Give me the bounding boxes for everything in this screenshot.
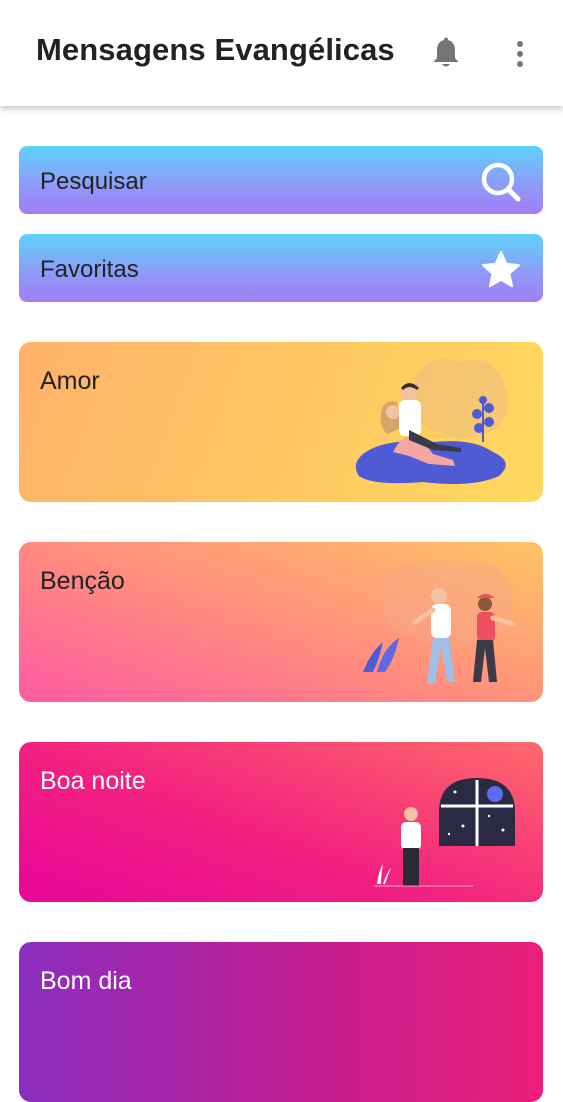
search-label: Pesquisar: [40, 168, 147, 195]
category-label-bom-dia: Bom dia: [40, 967, 132, 995]
category-card-bencao[interactable]: Benção: [19, 542, 543, 702]
star-icon: [482, 251, 520, 288]
category-card-boa-noite[interactable]: Boa noite: [19, 742, 543, 902]
more-vertical-icon[interactable]: [500, 34, 540, 74]
category-card-bom-dia[interactable]: Bom dia: [19, 942, 543, 1102]
app-bar: Mensagens Evangélicas: [0, 0, 563, 106]
category-label-amor: Amor: [40, 367, 100, 395]
category-card-amor[interactable]: Amor: [19, 342, 543, 502]
search-icon: [481, 162, 521, 202]
category-label-boa-noite: Boa noite: [40, 767, 146, 795]
bell-icon[interactable]: [426, 34, 466, 74]
app-title: Mensagens Evangélicas: [36, 32, 395, 67]
favorites-label: Favoritas: [40, 256, 139, 283]
running-couple-illustration: [363, 560, 516, 684]
search-button[interactable]: Pesquisar: [19, 146, 543, 214]
category-label-bencao: Benção: [40, 567, 125, 595]
favorites-button[interactable]: Favoritas: [19, 234, 543, 302]
couple-picnic-illustration: [355, 358, 509, 484]
night-window-illustration: [373, 778, 515, 887]
